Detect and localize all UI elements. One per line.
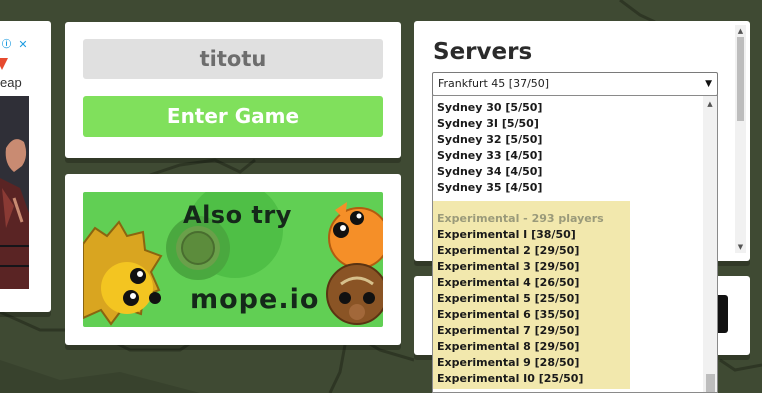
server-option[interactable]: Experimental I0 [25/50] — [437, 371, 583, 387]
scroll-up-icon[interactable]: ▲ — [703, 98, 717, 110]
servers-title: Servers — [433, 39, 533, 65]
scroll-up-icon[interactable]: ▲ — [735, 25, 746, 37]
server-group-label: Experimental - 293 players — [437, 212, 604, 225]
server-option[interactable]: Sydney 3I [5/50] — [437, 116, 539, 132]
server-option[interactable]: Sydney 32 [5/50] — [437, 132, 542, 148]
server-option[interactable]: Experimental 7 [29/50] — [437, 323, 579, 339]
scrollbar-thumb[interactable] — [706, 374, 715, 392]
server-option[interactable]: Experimental I [38/50] — [437, 227, 576, 243]
scrollbar-thumb[interactable] — [737, 37, 744, 121]
server-option[interactable]: Experimental 2 [29/50] — [437, 243, 579, 259]
mope-io-promo-banner[interactable]: Also try mope.io — [83, 192, 383, 327]
ad-image — [0, 96, 29, 289]
server-option[interactable]: Experimental 3 [29/50] — [437, 259, 579, 275]
server-option[interactable]: Sydney 34 [4/50] — [437, 164, 542, 180]
login-panel: titotu Enter Game — [65, 22, 401, 158]
panel-scrollbar[interactable]: ▲ ▼ — [735, 25, 746, 253]
dropdown-scrollbar[interactable]: ▲ — [703, 96, 717, 392]
server-option[interactable]: Experimental 9 [28/50] — [437, 355, 579, 371]
server-select-value: Frankfurt 45 [37/50] — [438, 77, 550, 90]
server-dropdown-list[interactable]: Sydney 30 [5/50] Sydney 3I [5/50] Sydney… — [432, 95, 718, 393]
server-option[interactable]: Experimental 6 [35/50] — [437, 307, 579, 323]
server-option[interactable]: Sydney 30 [5/50] — [437, 100, 542, 116]
ad-banner[interactable]: ⓘ ✕ eap — [0, 38, 29, 289]
promo-game-name: mope.io — [190, 284, 320, 315]
nickname-input[interactable]: titotu — [83, 39, 383, 79]
server-option[interactable]: Sydney 33 [4/50] — [437, 148, 542, 164]
chevron-down-icon: ▼ — [705, 79, 712, 89]
promo-panel: Also try mope.io — [65, 174, 401, 345]
server-option[interactable]: Experimental 8 [29/50] — [437, 339, 579, 355]
server-option[interactable]: Experimental 5 [25/50] — [437, 291, 579, 307]
server-option[interactable]: Experimental 4 [26/50] — [437, 275, 579, 291]
server-option[interactable]: Sydney 35 [4/50] — [437, 180, 542, 196]
enter-game-button[interactable]: Enter Game — [83, 96, 383, 137]
server-select[interactable]: Frankfurt 45 [37/50] ▼ — [432, 72, 718, 96]
promo-also-try-text: Also try — [183, 201, 292, 229]
scroll-down-icon[interactable]: ▼ — [735, 241, 746, 253]
ad-panel: ⓘ ✕ eap — [0, 21, 51, 312]
